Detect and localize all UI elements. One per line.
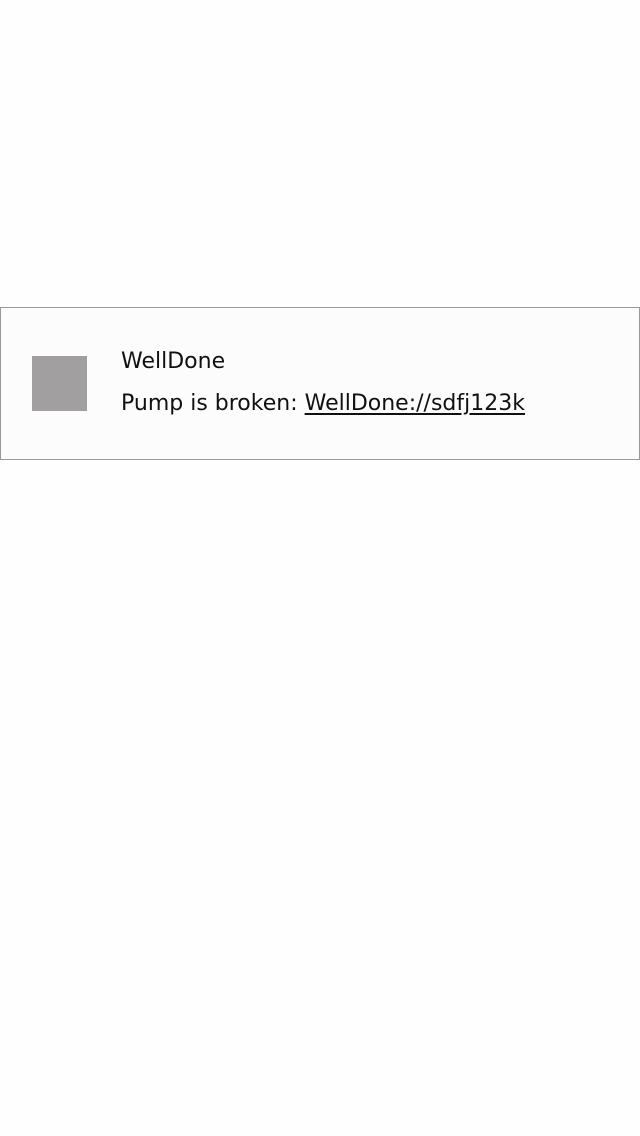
notification-card[interactable]: WellDone Pump is broken: WellDone://sdfj…	[0, 307, 640, 460]
notification-message: Pump is broken: WellDone://sdfj123k	[121, 390, 525, 418]
app-icon	[32, 356, 87, 411]
message-text: Pump is broken:	[121, 391, 305, 416]
message-link[interactable]: WellDone://sdfj123k	[305, 391, 525, 416]
app-name: WellDone	[121, 349, 226, 374]
